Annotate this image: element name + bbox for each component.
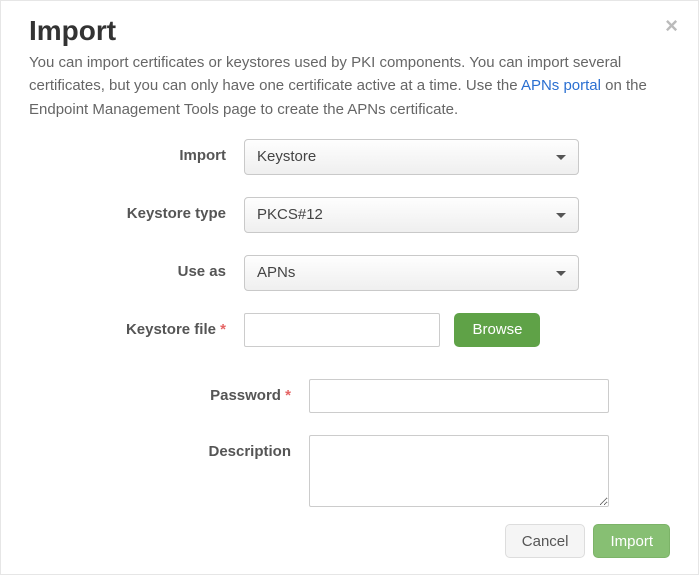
keystore-file-label-text: Keystore file: [126, 321, 216, 338]
import-select-value: Keystore: [257, 148, 316, 165]
keystore-type-label: Keystore type: [29, 197, 244, 222]
use-as-label: Use as: [29, 255, 244, 280]
use-as-select[interactable]: APNs: [244, 255, 579, 291]
keystore-file-label: Keystore file *: [29, 313, 244, 338]
required-mark: *: [285, 387, 291, 404]
close-icon[interactable]: ×: [665, 15, 678, 37]
keystore-type-select-value: PKCS#12: [257, 206, 323, 223]
required-mark: *: [220, 321, 226, 338]
description-textarea[interactable]: [309, 435, 609, 507]
password-label-text: Password: [210, 387, 281, 404]
chevron-down-icon: [556, 213, 566, 218]
dialog-description: You can import certificates or keystores…: [29, 51, 670, 121]
dialog-footer: Cancel Import: [505, 524, 670, 558]
password-input[interactable]: [309, 379, 609, 413]
apns-portal-link[interactable]: APNs portal: [521, 77, 601, 94]
import-label: Import: [29, 139, 244, 164]
chevron-down-icon: [556, 271, 566, 276]
browse-button[interactable]: Browse: [454, 313, 540, 347]
import-button[interactable]: Import: [593, 524, 670, 558]
import-select[interactable]: Keystore: [244, 139, 579, 175]
chevron-down-icon: [556, 155, 566, 160]
keystore-file-input[interactable]: [244, 313, 440, 347]
password-label: Password *: [29, 379, 309, 404]
description-label: Description: [29, 435, 309, 460]
keystore-type-select[interactable]: PKCS#12: [244, 197, 579, 233]
import-dialog: × Import You can import certificates or …: [0, 0, 699, 575]
dialog-title: Import: [29, 15, 670, 47]
cancel-button[interactable]: Cancel: [505, 524, 586, 558]
use-as-select-value: APNs: [257, 264, 295, 281]
